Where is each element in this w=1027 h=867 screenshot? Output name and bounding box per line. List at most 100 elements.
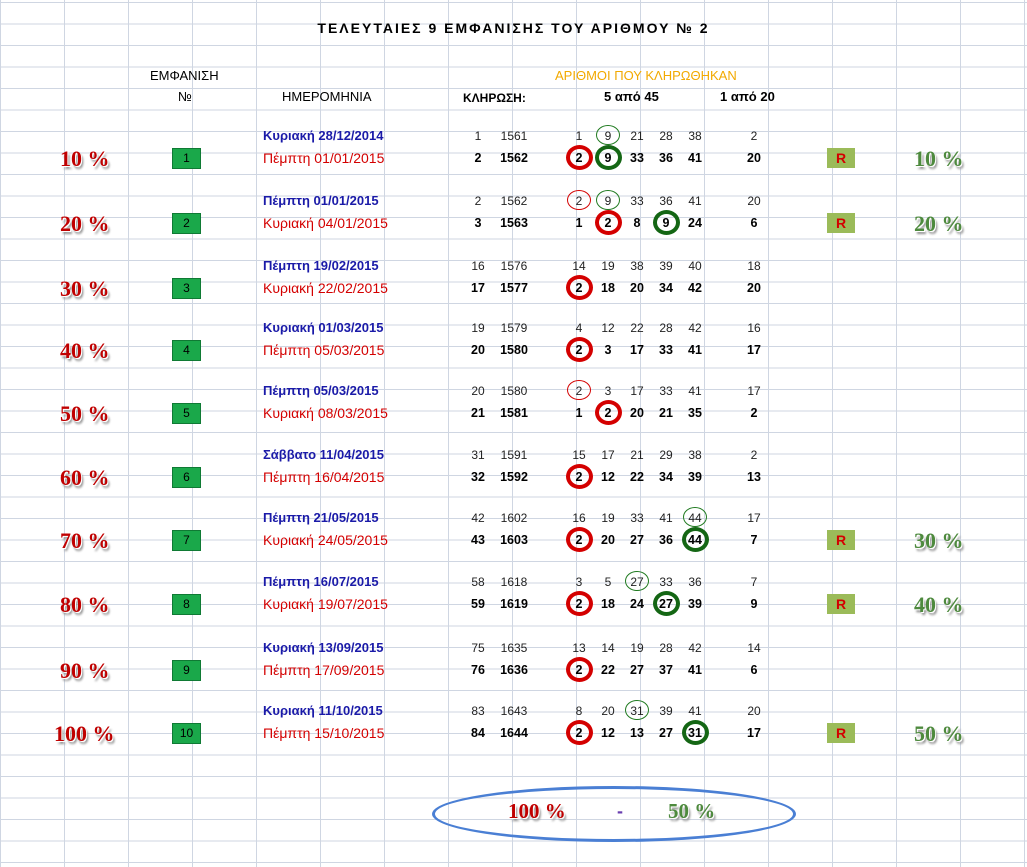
left-percentage: 100 %	[54, 721, 115, 746]
prev-number: 1	[564, 129, 594, 143]
number-value: 29	[659, 448, 673, 462]
header-appearance: ΕΜΦΑΝΙΣΗ	[150, 68, 219, 83]
number-value: 33	[659, 343, 673, 357]
summary-separator: -	[617, 801, 623, 821]
current-draw: 1577	[500, 281, 528, 295]
current-number: 18	[593, 281, 623, 295]
current-number: 2	[593, 210, 623, 235]
prev-number: 17	[622, 384, 652, 398]
number-value: 19	[601, 511, 615, 525]
prev-draw: 1579	[500, 321, 528, 335]
current-draw: 1580	[500, 343, 528, 357]
prev-number: 29	[651, 448, 681, 462]
prev-number: 16	[564, 511, 594, 525]
prev-bonus: 18	[747, 259, 761, 273]
prev-number: 4	[564, 321, 594, 335]
number-value: 18	[601, 597, 615, 611]
current-number: 27	[651, 726, 681, 740]
number-value: 27	[630, 533, 644, 547]
number-value: 28	[659, 129, 673, 143]
current-number: 24	[622, 597, 652, 611]
current-draw: 1581	[500, 406, 528, 420]
prev-number: 42	[680, 321, 710, 335]
right-percentage: 30 %	[914, 528, 964, 553]
prev-bonus: 17	[747, 511, 761, 525]
prev-number: 17	[593, 448, 623, 462]
prev-number: 28	[651, 641, 681, 655]
current-number: 22	[593, 663, 623, 677]
prev-number: 40	[680, 259, 710, 273]
number-value: 14	[572, 259, 586, 273]
prev-number: 15	[564, 448, 594, 462]
left-percentage: 20 %	[60, 211, 110, 236]
current-index: 43	[471, 533, 485, 547]
number-value: 33	[659, 575, 673, 589]
left-percentage: 60 %	[60, 465, 110, 490]
number-value: 36	[659, 151, 673, 165]
prev-bonus: 2	[750, 448, 758, 462]
left-percentage: 10 %	[60, 146, 110, 171]
current-draw: 1644	[500, 726, 528, 740]
number-value: 33	[630, 511, 644, 525]
number-value: 1	[575, 216, 583, 230]
prev-number: 39	[651, 259, 681, 273]
prev-bonus: 16	[747, 321, 761, 335]
prev-number: 21	[622, 129, 652, 143]
prev-bonus: 14	[747, 641, 761, 655]
current-number: 2	[564, 145, 594, 170]
current-number: 37	[651, 663, 681, 677]
number-value: 36	[688, 575, 702, 589]
number-value: 20	[601, 533, 615, 547]
prev-draw: 1561	[500, 129, 528, 143]
number-value: 37	[659, 663, 673, 677]
current-draw: 1563	[500, 216, 528, 230]
number-value: 3	[604, 384, 612, 398]
current-number: 24	[680, 216, 710, 230]
prev-number: 33	[622, 511, 652, 525]
prev-draw: 1635	[500, 641, 528, 655]
number-value: 20	[601, 704, 615, 718]
number-value: 8	[633, 216, 641, 230]
current-number: 39	[680, 597, 710, 611]
number-value: 1	[575, 129, 583, 143]
current-number: 2	[564, 591, 594, 616]
prev-number: 36	[651, 194, 681, 208]
left-percentage: 30 %	[60, 276, 110, 301]
prev-draw: 1643	[500, 704, 528, 718]
current-bonus: 7	[750, 533, 758, 547]
number-value: 28	[659, 641, 673, 655]
prev-number: 38	[680, 129, 710, 143]
current-number: 27	[651, 591, 681, 616]
prev-date: Πέμπτη 16/07/2015	[263, 574, 379, 589]
prev-draw: 1576	[500, 259, 528, 273]
prev-number: 8	[564, 704, 594, 718]
prev-index: 75	[471, 641, 485, 655]
current-number: 12	[593, 726, 623, 740]
number-value: 9	[604, 151, 612, 165]
appearance-number-badge: 3	[172, 278, 201, 299]
prev-number: 9	[593, 125, 623, 145]
prev-date: Κυριακή 11/10/2015	[263, 703, 383, 718]
number-value: 21	[659, 406, 673, 420]
current-draw: 1603	[500, 533, 528, 547]
number-value: 20	[630, 406, 644, 420]
current-bonus: 20	[747, 281, 761, 295]
number-value: 4	[575, 321, 583, 335]
prev-index: 83	[471, 704, 485, 718]
prev-number: 44	[680, 507, 710, 527]
prev-draw: 1618	[500, 575, 528, 589]
number-value: 40	[688, 259, 702, 273]
header-number: №	[178, 89, 192, 104]
current-number: 12	[593, 470, 623, 484]
current-number: 2	[564, 527, 594, 552]
current-bonus: 17	[747, 343, 761, 357]
current-index: 21	[471, 406, 485, 420]
appearance-number-badge: 2	[172, 213, 201, 234]
repeat-badge: R	[827, 594, 855, 614]
prev-number: 33	[651, 384, 681, 398]
current-number: 41	[680, 343, 710, 357]
current-number: 2	[564, 337, 594, 362]
number-value: 15	[572, 448, 586, 462]
left-percentage: 80 %	[60, 592, 110, 617]
summary-right: 50 %	[668, 799, 716, 823]
